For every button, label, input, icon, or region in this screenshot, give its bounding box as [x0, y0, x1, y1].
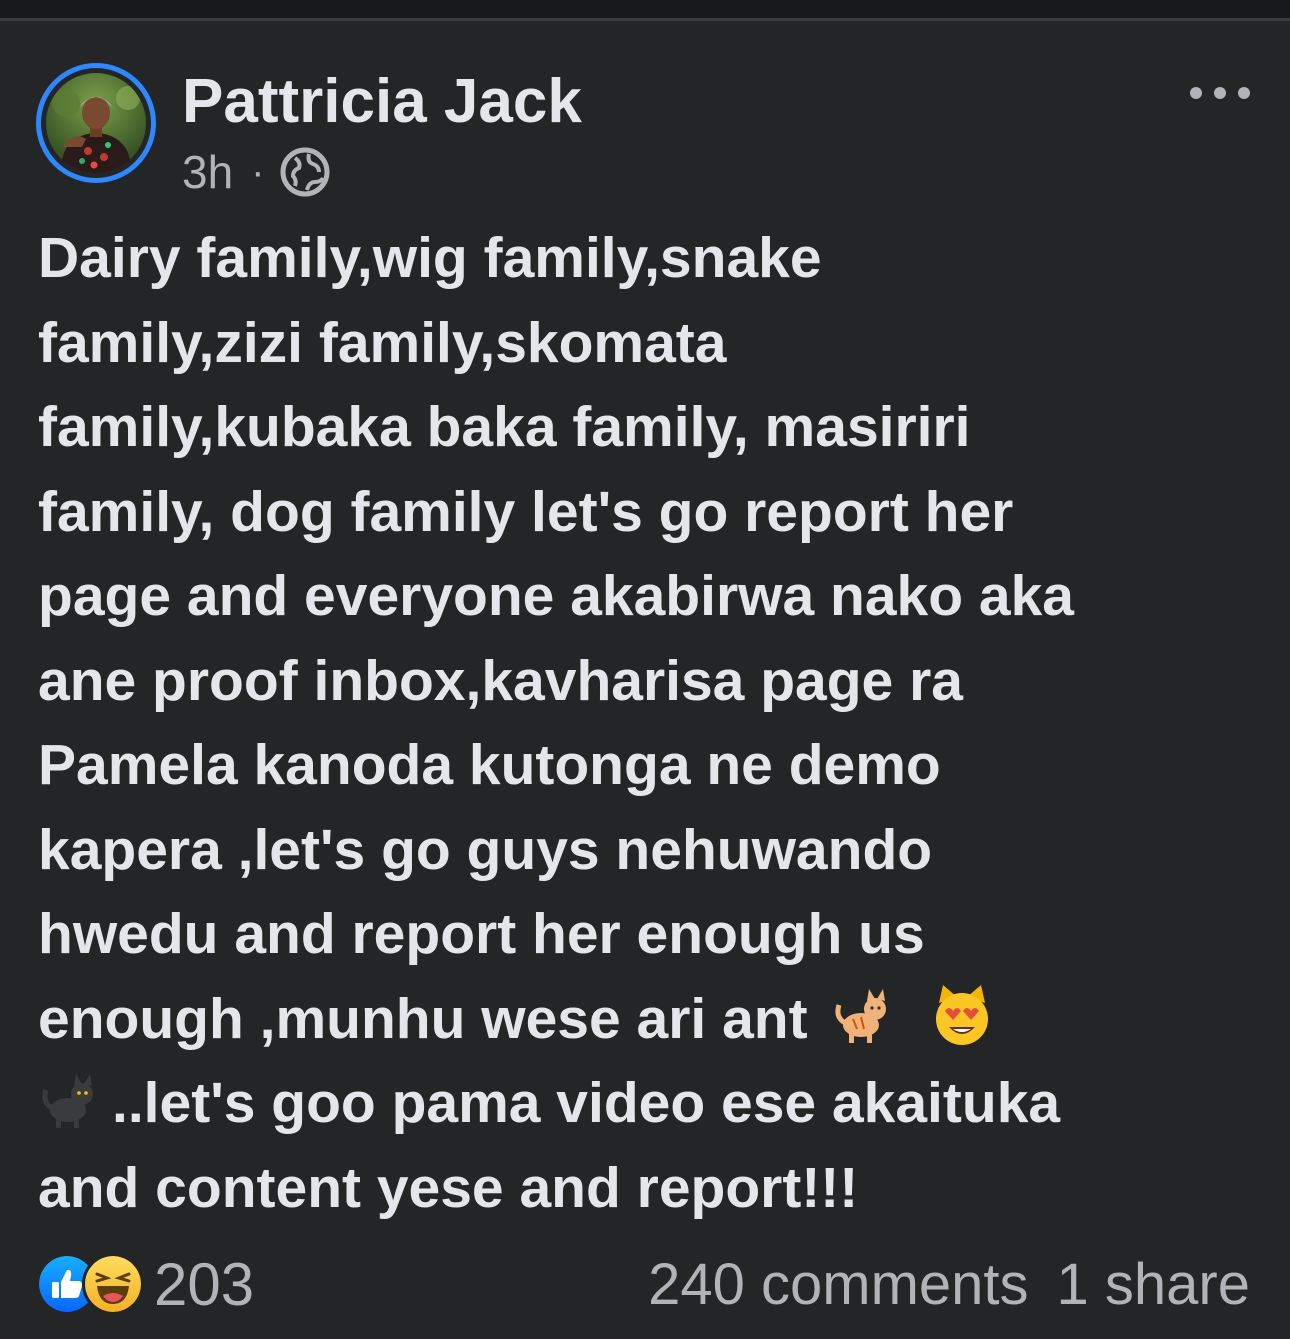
ellipsis-dot [1214, 87, 1226, 99]
meta-separator: · [251, 149, 265, 194]
post-timestamp[interactable]: 3h [182, 145, 233, 199]
comments-count-link[interactable]: 240 comments [648, 1251, 1028, 1318]
reaction-count: 203 [154, 1250, 255, 1318]
post-meta: 3h · [182, 142, 331, 202]
black-cat-icon [42, 1073, 93, 1128]
more-options-button[interactable] [1190, 78, 1250, 108]
post-text-line: kapera ,let's go guys nehuwando [38, 817, 933, 882]
post-text-line-cat: ..let's goo pama video ese akaituka [38, 1061, 1260, 1146]
profile-photo [46, 73, 146, 173]
author-name[interactable]: Pattricia Jack [182, 66, 582, 138]
shares-count-link[interactable]: 1 share [1057, 1251, 1250, 1318]
avatar[interactable] [36, 63, 156, 183]
globe-icon[interactable] [279, 146, 331, 198]
ellipsis-dot [1238, 87, 1250, 99]
post-text-segment: ..let's goo pama video ese akaituka [112, 1071, 1061, 1135]
haha-icon [82, 1253, 144, 1315]
reactions-summary[interactable]: 203 [36, 1250, 254, 1319]
post-text-line-emoji: enough ,munhu wese ari ant [38, 977, 1260, 1062]
ellipsis-icon [1190, 87, 1202, 99]
post-footer: 203 240 comments 1 share [36, 1244, 1250, 1324]
top-strip [0, 0, 1290, 18]
post-text-line: hwedu and report her enough us [38, 902, 925, 966]
post-text-line: page and everyone akabirwa nako aka [38, 564, 1074, 628]
post-text-line: family,zizi family,skomata [38, 310, 727, 375]
post-text-line: family, dog family let's go report her [38, 479, 1014, 544]
heart-eyes-cat-icon [936, 985, 989, 1046]
post-text-line: family,kubaka baka family, masiriri [38, 395, 971, 459]
post-body: Dairy family,wig family,snake family,ziz… [38, 216, 1260, 1230]
post-text-line: ane proof inbox,kavharisa page ra [38, 648, 963, 713]
engagement-stats: 240 comments 1 share [648, 1251, 1250, 1318]
post-text-line: Dairy family,wig family,snake [38, 226, 822, 290]
post-text-line: and content yese and report!!! [38, 1155, 859, 1220]
post-text-segment: enough ,munhu wese ari ant [38, 986, 808, 1051]
cat-icon [835, 989, 887, 1044]
post-text-line: Pamela kanoda kutonga ne demo [38, 733, 941, 797]
